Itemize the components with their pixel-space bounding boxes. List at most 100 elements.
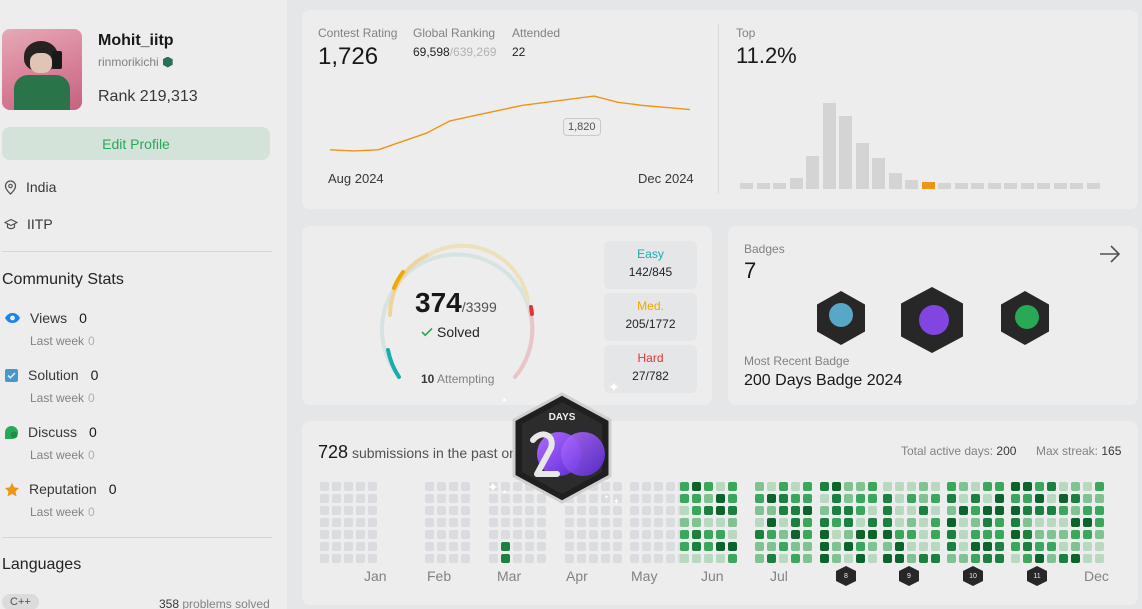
heatmap-cell[interactable] — [332, 482, 341, 491]
heatmap-cell[interactable] — [1047, 494, 1056, 503]
heatmap-cell[interactable] — [844, 530, 853, 539]
heatmap-cell[interactable] — [565, 518, 574, 527]
heatmap-cell[interactable] — [437, 494, 446, 503]
heatmap-cell[interactable] — [1035, 542, 1044, 551]
heatmap-cell[interactable] — [907, 554, 916, 563]
heatmap-cell[interactable] — [947, 494, 956, 503]
heatmap-cell[interactable] — [947, 554, 956, 563]
heatmap-cell[interactable] — [791, 554, 800, 563]
heatmap-cell[interactable] — [1095, 518, 1104, 527]
heatmap-cell[interactable] — [803, 494, 812, 503]
heatmap-cell[interactable] — [883, 530, 892, 539]
avatar[interactable] — [2, 29, 82, 110]
heatmap-cell[interactable] — [767, 530, 776, 539]
heatmap-cell[interactable] — [513, 506, 522, 515]
heatmap-cell[interactable] — [803, 482, 812, 491]
heatmap-cell[interactable] — [832, 530, 841, 539]
heatmap-cell[interactable] — [449, 530, 458, 539]
heatmap-cell[interactable] — [856, 518, 865, 527]
heatmap-cell[interactable] — [791, 482, 800, 491]
heatmap-cell[interactable] — [666, 506, 675, 515]
heatmap-cell[interactable] — [642, 506, 651, 515]
heatmap-cell[interactable] — [1011, 518, 1020, 527]
heatmap-cell[interactable] — [907, 518, 916, 527]
heatmap-cell[interactable] — [1023, 482, 1032, 491]
heatmap-cell[interactable] — [919, 554, 928, 563]
heatmap-cell[interactable] — [832, 494, 841, 503]
heatmap-cell[interactable] — [449, 518, 458, 527]
heatmap-cell[interactable] — [642, 530, 651, 539]
heatmap-cell[interactable] — [630, 506, 639, 515]
heatmap-cell[interactable] — [959, 518, 968, 527]
heatmap-cell[interactable] — [883, 506, 892, 515]
heatmap-cell[interactable] — [630, 482, 639, 491]
heatmap-cell[interactable] — [344, 482, 353, 491]
heatmap-cell[interactable] — [868, 542, 877, 551]
heatmap-cell[interactable] — [767, 542, 776, 551]
heatmap-cell[interactable] — [1071, 518, 1080, 527]
heatmap-cell[interactable] — [995, 482, 1004, 491]
heatmap-cell[interactable] — [537, 554, 546, 563]
heatmap-cell[interactable] — [680, 506, 689, 515]
heatmap-cell[interactable] — [425, 542, 434, 551]
heatmap-cell[interactable] — [320, 542, 329, 551]
heatmap-cell[interactable] — [461, 518, 470, 527]
heatmap-cell[interactable] — [565, 530, 574, 539]
heatmap-cell[interactable] — [332, 530, 341, 539]
heatmap-cell[interactable] — [1083, 482, 1092, 491]
heatmap-cell[interactable] — [630, 542, 639, 551]
heatmap-cell[interactable] — [959, 482, 968, 491]
heatmap-cell[interactable] — [755, 494, 764, 503]
heatmap-cell[interactable] — [1047, 554, 1056, 563]
heatmap-cell[interactable] — [630, 494, 639, 503]
heatmap-cell[interactable] — [589, 530, 598, 539]
heatmap-cell[interactable] — [716, 506, 725, 515]
heatmap-cell[interactable] — [704, 482, 713, 491]
heatmap-cell[interactable] — [959, 530, 968, 539]
heatmap-cell[interactable] — [883, 542, 892, 551]
heatmap-cell[interactable] — [995, 554, 1004, 563]
heatmap-cell[interactable] — [437, 530, 446, 539]
heatmap-cell[interactable] — [320, 554, 329, 563]
heatmap-cell[interactable] — [368, 506, 377, 515]
heatmap-cell[interactable] — [654, 506, 663, 515]
heatmap-cell[interactable] — [537, 530, 546, 539]
heatmap-cell[interactable] — [947, 542, 956, 551]
heatmap-cell[interactable] — [1035, 530, 1044, 539]
heatmap-cell[interactable] — [1095, 506, 1104, 515]
heatmap-cell[interactable] — [971, 530, 980, 539]
heatmap-cell[interactable] — [728, 482, 737, 491]
heatmap-cell[interactable] — [666, 482, 675, 491]
heatmap-cell[interactable] — [791, 494, 800, 503]
heatmap-cell[interactable] — [577, 554, 586, 563]
heatmap-cell[interactable] — [356, 494, 365, 503]
heatmap-cell[interactable] — [983, 530, 992, 539]
heatmap-cell[interactable] — [803, 530, 812, 539]
heatmap-cell[interactable] — [832, 482, 841, 491]
heatmap-cell[interactable] — [320, 494, 329, 503]
heatmap-cell[interactable] — [947, 506, 956, 515]
heatmap-cell[interactable] — [437, 506, 446, 515]
heatmap-cell[interactable] — [704, 494, 713, 503]
heatmap-cell[interactable] — [356, 482, 365, 491]
heatmap-cell[interactable] — [537, 542, 546, 551]
heatmap-cell[interactable] — [513, 530, 522, 539]
heatmap-cell[interactable] — [1011, 554, 1020, 563]
heatmap-cell[interactable] — [971, 494, 980, 503]
heatmap-cell[interactable] — [931, 554, 940, 563]
heatmap-cell[interactable] — [1083, 530, 1092, 539]
heatmap-cell[interactable] — [489, 542, 498, 551]
heatmap-cell[interactable] — [791, 506, 800, 515]
heatmap-cell[interactable] — [803, 506, 812, 515]
heatmap-cell[interactable] — [791, 518, 800, 527]
heatmap-cell[interactable] — [577, 506, 586, 515]
heatmap-cell[interactable] — [704, 518, 713, 527]
heatmap-cell[interactable] — [1011, 506, 1020, 515]
heatmap-cell[interactable] — [767, 482, 776, 491]
heatmap-cell[interactable] — [449, 554, 458, 563]
rating-distribution-chart[interactable] — [740, 95, 1120, 189]
heatmap-cell[interactable] — [437, 518, 446, 527]
heatmap-cell[interactable] — [630, 530, 639, 539]
heatmap-cell[interactable] — [654, 482, 663, 491]
heatmap-cell[interactable] — [654, 494, 663, 503]
